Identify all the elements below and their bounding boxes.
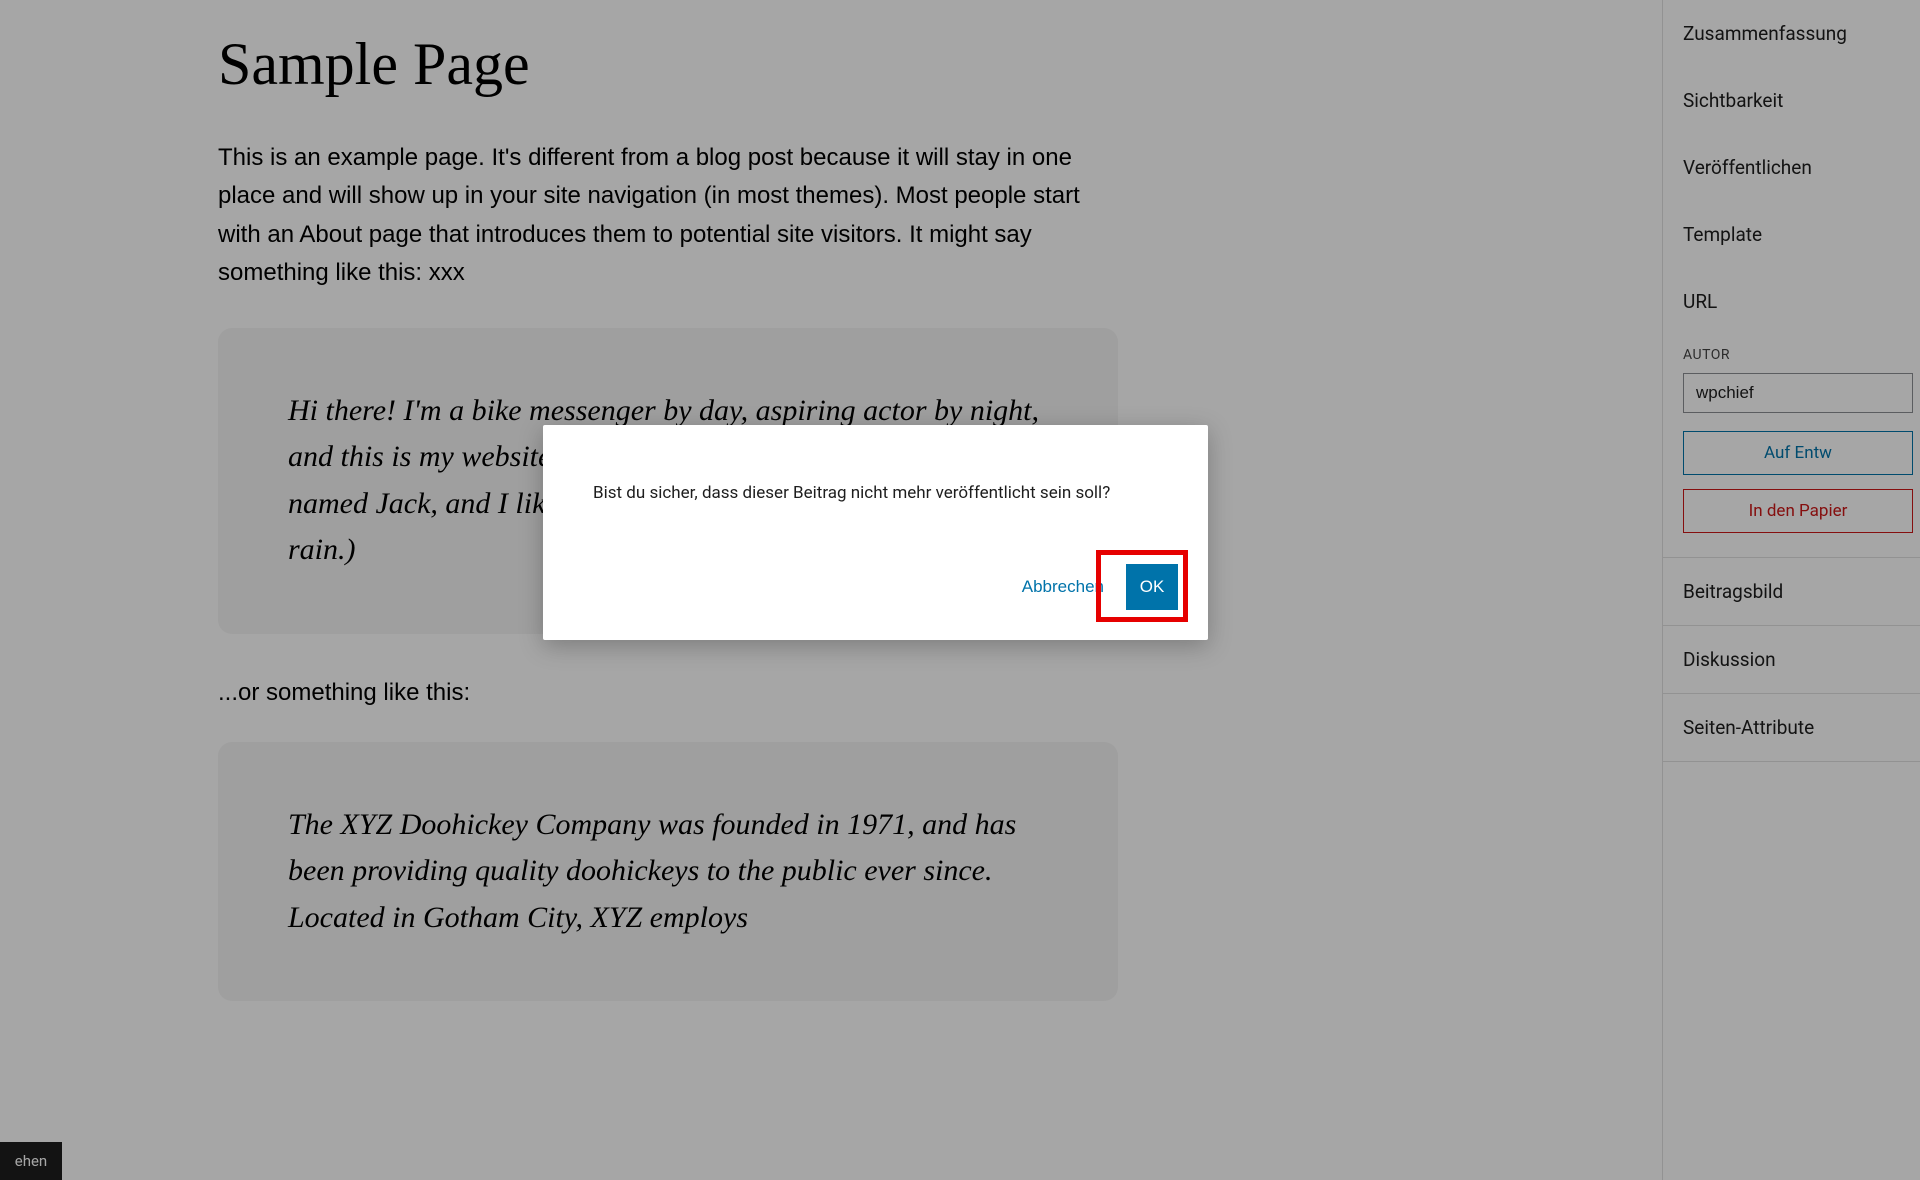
- dialog-buttons: Abbrechen OK: [1018, 564, 1178, 610]
- dialog-message: Bist du sicher, dass dieser Beitrag nich…: [543, 425, 1208, 503]
- ok-button[interactable]: OK: [1126, 564, 1178, 610]
- cancel-button[interactable]: Abbrechen: [1018, 567, 1108, 607]
- confirm-dialog: Bist du sicher, dass dieser Beitrag nich…: [543, 425, 1208, 640]
